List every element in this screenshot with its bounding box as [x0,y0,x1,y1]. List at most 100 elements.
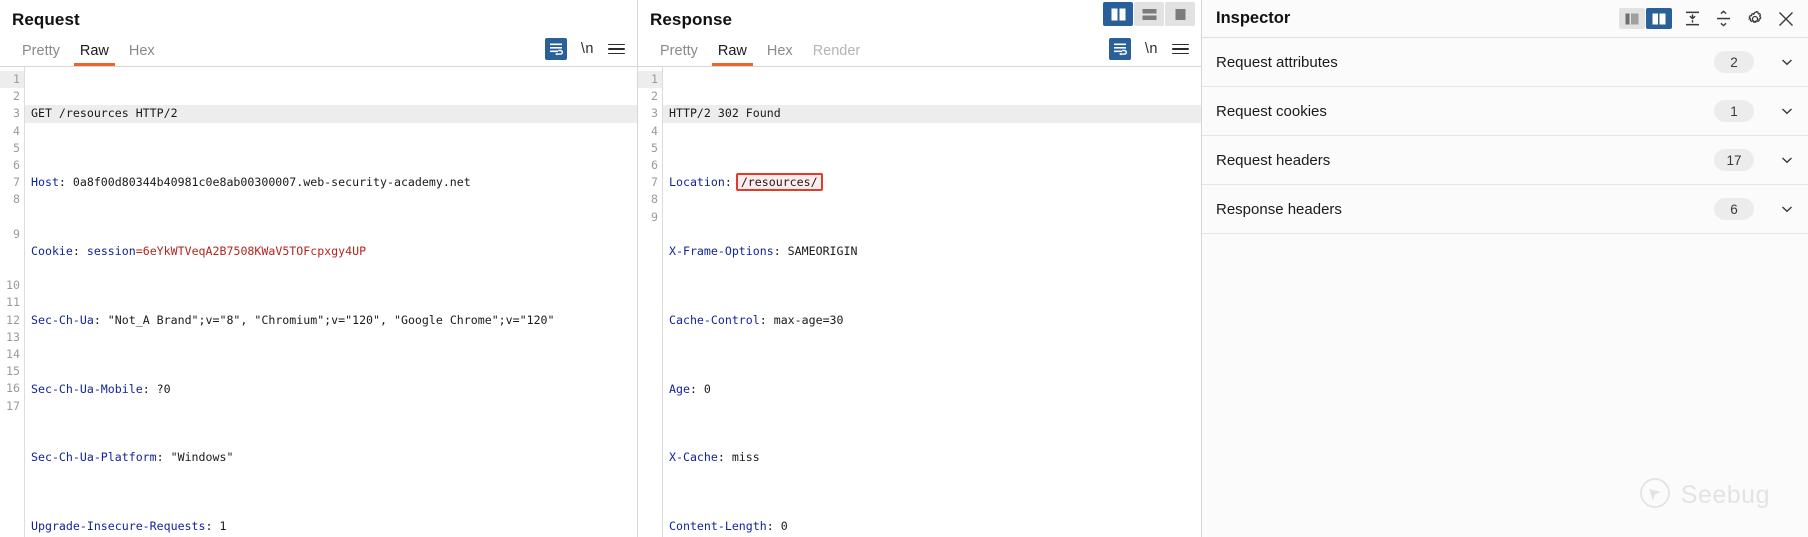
response-line: Location: /resources/ [663,174,1201,191]
single-pane-view-button[interactable] [1165,2,1195,26]
line-number: 4 [638,123,662,140]
cookie-key: session [87,244,136,258]
request-tab-pretty[interactable]: Pretty [12,43,70,66]
header-name: Sec-Ch-Ua-Mobile [31,382,143,396]
request-tab-controls: \n [545,38,637,66]
request-hamburger-menu-icon[interactable] [608,41,625,57]
header-name: Host [31,175,59,189]
split-vertical-view-button[interactable] [1103,2,1133,26]
section-meta: 1 [1714,100,1794,122]
header-value: "Not_A Brand";v="8", "Chromium";v="120",… [108,313,555,327]
request-code-area[interactable]: 1 2 3 4 5 6 7 8 9 10 11 12 13 14 15 16 1… [0,67,637,537]
gear-icon[interactable] [1744,8,1765,29]
request-newline-toggle[interactable]: \n [581,41,594,57]
line-number: 7 [0,174,24,191]
line-number: 11 [0,294,24,311]
split-horizontal-view-button[interactable] [1134,2,1164,26]
section-label: Request attributes [1216,54,1338,71]
response-tab-raw[interactable]: Raw [708,43,757,66]
line-number: 6 [638,157,662,174]
chevron-down-icon[interactable] [1780,104,1794,118]
header-name: Sec-Ch-Ua [31,313,94,327]
line-number: 2 [638,88,662,105]
line-number: 1 [638,71,662,88]
response-tab-render[interactable]: Render [803,43,871,66]
header-value: max-age=30 [774,313,844,327]
inspector-section-request-cookies[interactable]: Request cookies 1 [1202,87,1808,136]
inspector-section-response-headers[interactable]: Response headers 6 [1202,185,1808,234]
request-line: Upgrade-Insecure-Requests: 1 [25,518,637,535]
chevron-down-icon[interactable] [1780,153,1794,167]
dock-left-icon[interactable] [1619,8,1645,29]
line-number: 8 [638,191,662,208]
cookie-value: 6eYkWTVeqA2B7508KWaV5TOFcpxgy4UP [143,244,366,258]
section-label: Request headers [1216,152,1330,169]
collapse-all-icon[interactable] [1713,8,1734,29]
line-number: 2 [0,88,24,105]
response-tab-hex[interactable]: Hex [757,43,803,66]
header-value: 0 [781,519,788,533]
line-number: 13 [0,329,24,346]
line-number: 12 [0,312,24,329]
section-label: Response headers [1216,201,1342,218]
response-tab-controls: \n [1109,38,1201,66]
response-panel: Response Pretty Raw Hex Render \n [637,0,1201,537]
header-name: Cookie [31,244,73,258]
chevron-down-icon[interactable] [1780,55,1794,69]
highlighted-location-value: /resources/ [736,173,823,191]
line-number: 5 [0,140,24,157]
request-line: Sec-Ch-Ua-Platform: "Windows" [25,449,637,466]
dock-right-icon[interactable] [1646,8,1672,29]
line-number: 14 [0,346,24,363]
response-line: Age: 0 [663,381,1201,398]
response-newline-toggle[interactable]: \n [1145,41,1158,57]
line-number: 3 [0,105,24,122]
request-tab-raw[interactable]: Raw [70,43,119,66]
line-number: 17 [0,398,24,415]
response-tab-pretty[interactable]: Pretty [650,43,708,66]
request-line: GET /resources HTTP/2 [25,105,637,122]
header-name: X-Frame-Options [669,244,774,258]
header-value: "Windows" [171,450,234,464]
chevron-down-icon[interactable] [1780,202,1794,216]
line-number: 15 [0,363,24,380]
request-word-wrap-icon[interactable] [545,38,567,60]
section-count-badge: 6 [1714,198,1754,220]
header-name: Age [669,382,690,396]
line-number: 8 [0,191,24,208]
section-count-badge: 1 [1714,100,1754,122]
response-line: Cache-Control: max-age=30 [663,312,1201,329]
inspector-layout-switch [1619,8,1672,29]
header-value: 1 [219,519,226,533]
section-count-badge: 2 [1714,51,1754,73]
request-line: Sec-Ch-Ua: "Not_A Brand";v="8", "Chromiu… [25,312,637,329]
response-code-area[interactable]: 1 2 3 4 5 6 7 8 9 HTTP/2 302 Found Locat… [638,67,1201,537]
response-hamburger-menu-icon[interactable] [1172,41,1189,57]
request-panel: Request Pretty Raw Hex \n [0,0,637,537]
line-number: 4 [0,123,24,140]
line-number: 10 [0,277,24,294]
header-value: miss [732,450,760,464]
line-number [0,243,24,260]
request-start-line: GET /resources HTTP/2 [31,106,178,120]
request-panel-title: Request [0,0,637,34]
line-number: 3 [638,105,662,122]
inspector-body: Seebug [1202,234,1808,537]
inspector-section-request-attributes[interactable]: Request attributes 2 [1202,38,1808,87]
response-tabbar: Pretty Raw Hex Render \n [638,34,1201,67]
expand-all-icon[interactable] [1682,8,1703,29]
inspector-section-request-headers[interactable]: Request headers 17 [1202,136,1808,185]
header-name: Location [669,175,725,189]
response-line: HTTP/2 302 Found [663,105,1201,122]
response-word-wrap-icon[interactable] [1109,38,1131,60]
request-line: Cookie: session=6eYkWTVeqA2B7508KWaV5TOF… [25,243,637,260]
header-name: Sec-Ch-Ua-Platform [31,450,157,464]
close-icon[interactable] [1775,8,1796,29]
request-message-lines: GET /resources HTTP/2 Host: 0a8f00d80344… [24,67,637,537]
seebug-logo-icon [1638,476,1672,515]
inspector-title: Inspector [1216,9,1290,28]
response-message-lines: HTTP/2 302 Found Location: /resources/ X… [662,67,1201,537]
header-name: Content-Length [669,519,767,533]
request-tab-hex[interactable]: Hex [119,43,165,66]
line-number: 9 [0,226,24,243]
